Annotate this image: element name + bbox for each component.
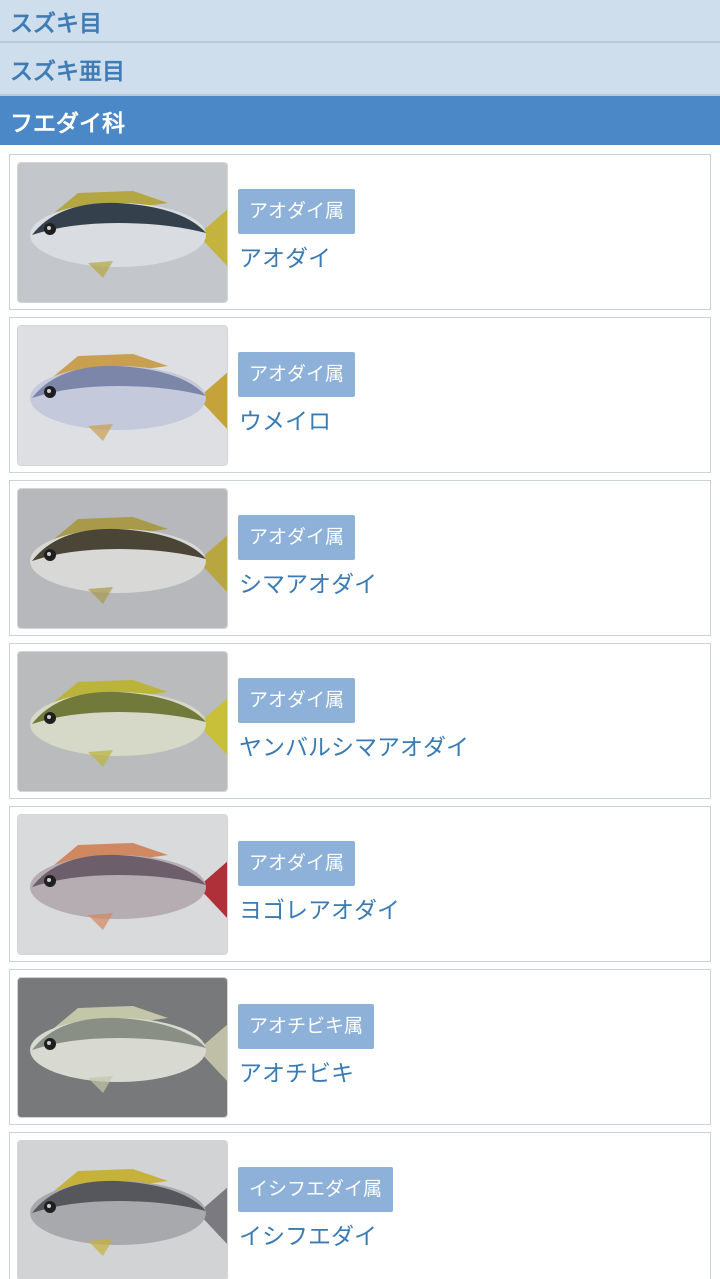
species-name: ヨゴレアオダイ [239,898,400,924]
fish-photo-icon [17,488,228,629]
species-name: イシフエダイ [239,1224,377,1250]
genus-badge: アオダイ属 [238,841,356,886]
category-family-header[interactable]: フエダイ科 [0,96,720,145]
fish-list-item[interactable]: アオダイ属シマアオダイ [9,480,711,636]
fish-list-item[interactable]: アオダイ属ヨゴレアオダイ [9,806,711,962]
species-name: アオチビキ [239,1061,354,1087]
genus-badge: イシフエダイ属 [238,1167,394,1212]
fish-photo-icon [17,162,228,303]
fish-photo-icon [17,325,228,466]
genus-badge: アオダイ属 [238,189,356,234]
species-name: ヤンバルシマアオダイ [239,735,469,761]
fish-list-item[interactable]: アオダイ属 アオダイ [9,154,711,310]
fish-list-item[interactable]: イシフエダイ属イシフエダイ [9,1132,711,1279]
species-name: シマアオダイ [239,572,377,598]
fish-photo-icon [17,651,228,792]
species-name: アオダイ [239,246,331,272]
genus-badge: アオダイ属 [238,352,356,397]
genus-badge: アオダイ属 [238,515,356,560]
fish-list-item[interactable]: アオダイ属 ウメイロ [9,317,711,473]
fish-photo-icon [17,814,228,955]
genus-badge: アオチビキ属 [238,1004,375,1049]
fish-photo-icon [17,977,228,1118]
category-suborder[interactable]: スズキ亜目 [0,43,720,96]
fish-photo-icon [17,1140,228,1279]
fish-list: アオダイ属 アオダイ アオダイ属 ウメイロ アオダイ属 シマアオダイ アオダイ属 ヤンバルシマ… [0,145,720,1279]
fish-list-item[interactable]: アオダイ属ヤンバルシマアオダイ [9,643,711,799]
category-order[interactable]: スズキ目 [0,0,720,43]
fish-list-item[interactable]: アオチビキ属アオチビキ [9,969,711,1125]
genus-badge: アオダイ属 [238,678,356,723]
species-name: ウメイロ [239,409,331,435]
